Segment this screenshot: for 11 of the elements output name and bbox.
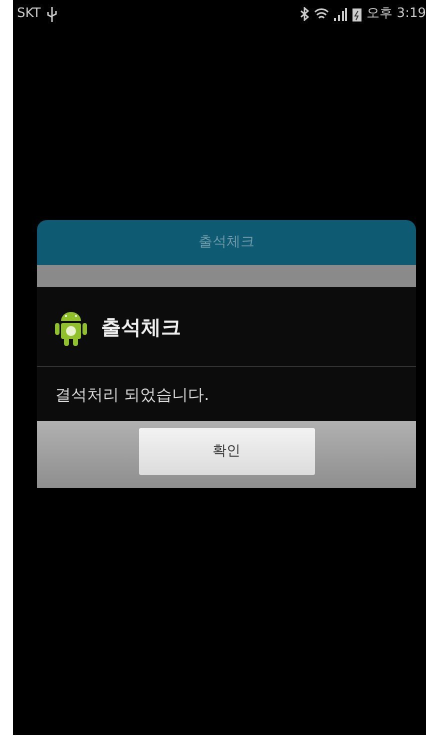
battery-icon [352,6,362,22]
dialog-title: 출석체크 [101,314,181,340]
ok-button[interactable]: 확인 [138,428,314,475]
usb-icon [46,6,57,22]
status-time: 오후 3:19 [366,5,426,24]
dialog-title: 출석체크 [37,220,416,265]
wifi-icon [314,8,329,20]
carrier-name: SKT [17,5,41,24]
dialog-message: 결석처리 되었습니다. [54,384,210,406]
bluetooth-icon [300,7,309,21]
signal-icon [334,8,347,20]
